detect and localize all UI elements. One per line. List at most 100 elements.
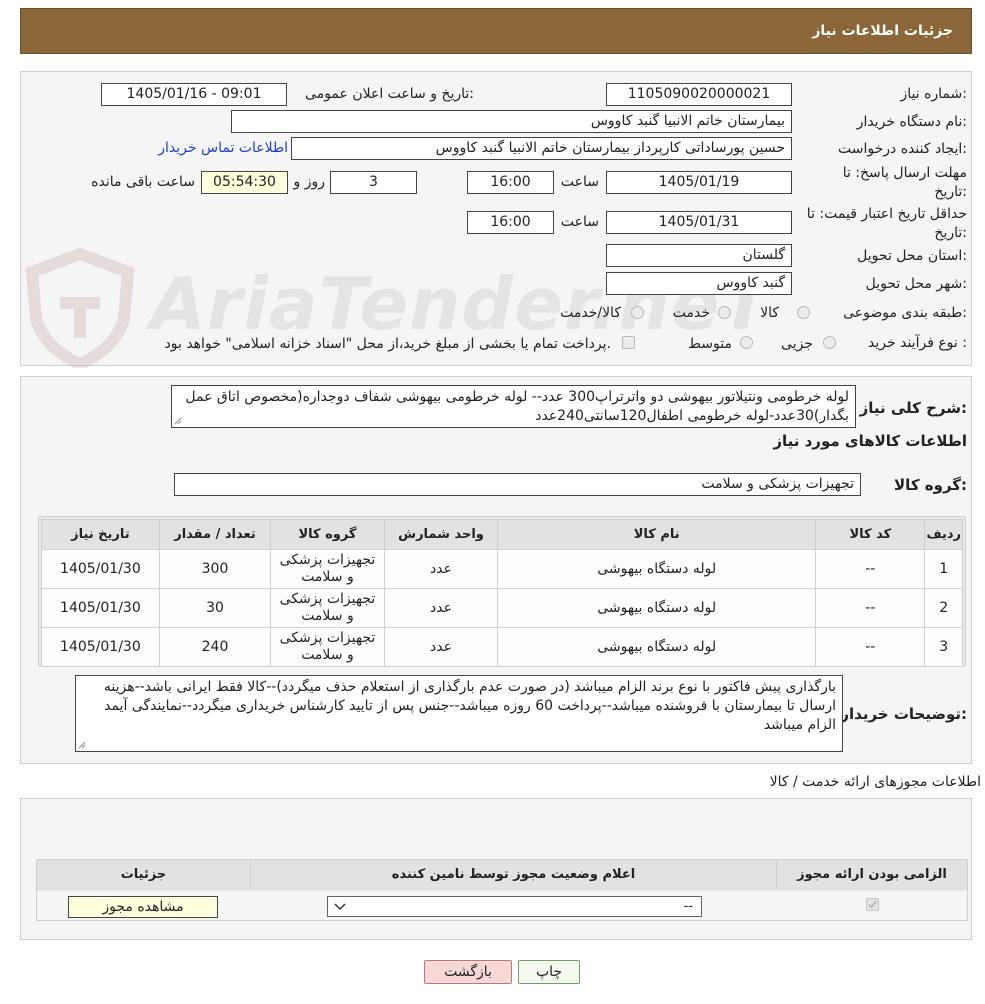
col-qty: تعداد / مقدار bbox=[158, 519, 272, 550]
need-number-label: شماره نیاز: bbox=[900, 86, 967, 102]
chevron-down-icon bbox=[334, 903, 346, 911]
category-radio-goods-service[interactable] bbox=[631, 306, 644, 319]
watermark-shield-icon bbox=[20, 247, 140, 371]
cell-unit: عدد bbox=[383, 549, 499, 589]
city-field: گنبد کاووس bbox=[606, 272, 792, 295]
announce-field: 1405/01/16 - 09:01 bbox=[101, 83, 287, 106]
validity-time-field: 16:00 bbox=[467, 211, 554, 234]
cell-unit: عدد bbox=[383, 627, 499, 667]
city-label: شهر محل تحویل: bbox=[865, 276, 967, 292]
payment-note: پرداخت تمام یا بخشی از مبلغ خرید،از محل … bbox=[164, 336, 611, 352]
cell-unit: عدد bbox=[383, 588, 499, 628]
table-row: 3 -- لوله دستگاه بیهوشی عدد تجهیزات پزشک… bbox=[41, 627, 963, 667]
reply-date-field: 1405/01/19 bbox=[606, 171, 792, 194]
goods-table: ردیف کد کالا نام کالا واحد شمارش گروه کا… bbox=[41, 519, 963, 667]
reply-time-field: 16:00 bbox=[467, 171, 554, 194]
remaining-label: ساعت باقی مانده bbox=[91, 174, 195, 190]
permit-required-checkbox bbox=[866, 898, 879, 911]
table-row: 1 -- لوله دستگاه بیهوشی عدد تجهیزات پزشک… bbox=[41, 549, 963, 589]
permits-header-details: جزئیات bbox=[37, 860, 250, 890]
permit-status-select[interactable]: -- bbox=[327, 896, 702, 917]
cell-group: تجهیزات پزشکی و سلامت bbox=[270, 627, 385, 667]
page-title: جزئیات اطلاعات نیاز bbox=[812, 23, 953, 39]
remaining-time-field: 05:54:30 bbox=[201, 171, 288, 194]
col-name: نام کالا bbox=[497, 519, 817, 550]
permits-header-status: اعلام وضعیت مجوز توسط نامین کننده bbox=[250, 860, 776, 890]
cell-row: 1 bbox=[924, 549, 963, 589]
page-header: جزئیات اطلاعات نیاز bbox=[20, 8, 972, 54]
permits-section-title: اطلاعات مجوزهای ارائه خدمت / کالا bbox=[769, 774, 981, 790]
category-radio-service[interactable] bbox=[718, 306, 731, 319]
cell-qty: 240 bbox=[158, 627, 272, 667]
cell-group: تجهیزات پزشکی و سلامت bbox=[270, 549, 385, 589]
cell-row: 2 bbox=[924, 588, 963, 628]
reply-deadline-label: مهلت ارسال پاسخ: تا تاریخ: bbox=[842, 165, 967, 200]
col-date: تاریخ نیاز bbox=[41, 519, 160, 550]
goods-section-title: اطلاعات کالاهای مورد نیاز bbox=[773, 432, 967, 450]
days-field: 3 bbox=[330, 171, 417, 194]
cell-date: 1405/01/30 bbox=[41, 627, 160, 667]
buyer-contact-link[interactable]: اطلاعات تماس خریدار bbox=[158, 140, 288, 156]
cell-date: 1405/01/30 bbox=[41, 549, 160, 589]
print-button[interactable]: چاپ bbox=[518, 960, 580, 984]
category-option-goods-service: کالا/خدمت bbox=[560, 305, 621, 321]
permits-table-wrap: الزامی بودن ارائه مجوز اعلام وضعیت مجوز … bbox=[36, 859, 968, 921]
goods-table-header: ردیف کد کالا نام کالا واحد شمارش گروه کا… bbox=[41, 519, 963, 550]
col-row: ردیف bbox=[924, 519, 963, 550]
resize-grip-icon[interactable] bbox=[78, 741, 86, 749]
resize-grip-icon[interactable] bbox=[174, 417, 182, 425]
cell-row: 3 bbox=[924, 627, 963, 667]
back-button[interactable]: بازگشت bbox=[424, 960, 512, 984]
goods-group-field: تجهیزات پزشکی و سلامت bbox=[174, 473, 861, 496]
cell-qty: 30 bbox=[158, 588, 272, 628]
creator-field: حسین پورساداتی کارپرداز بیمارستان خاتم ا… bbox=[291, 137, 792, 160]
need-number-field: 1105090020000021 bbox=[606, 83, 792, 106]
cell-code: -- bbox=[815, 588, 926, 628]
cell-name: لوله دستگاه بیهوشی bbox=[497, 588, 817, 628]
description-text: لوله خرطومی ونتیلاتور بیهوشی دو واترتراپ… bbox=[185, 389, 849, 424]
process-label: نوع فرآیند خرید : bbox=[868, 335, 967, 351]
category-label: طبقه بندی موضوعی: bbox=[843, 305, 967, 321]
process-radio-partial[interactable] bbox=[823, 336, 836, 349]
check-icon bbox=[868, 901, 877, 909]
cell-code: -- bbox=[815, 549, 926, 589]
cell-qty: 300 bbox=[158, 549, 272, 589]
permit-status-value: -- bbox=[683, 899, 693, 914]
category-radio-goods[interactable] bbox=[797, 306, 810, 319]
col-unit: واحد شمارش bbox=[383, 519, 499, 550]
process-radio-medium[interactable] bbox=[740, 336, 753, 349]
creator-label: ایجاد کننده درخواست: bbox=[838, 141, 967, 157]
buyer-org-field: بیمارستان خاتم الانبیا گنبد کاووس bbox=[231, 110, 792, 133]
days-label: روز و bbox=[293, 174, 326, 190]
buyer-org-label: نام دستگاه خریدار: bbox=[856, 114, 967, 130]
cell-group: تجهیزات پزشکی و سلامت bbox=[270, 588, 385, 628]
buyer-notes-text: بارگذاری پیش فاکتور با نوع برند الزام می… bbox=[103, 679, 836, 733]
goods-group-label: گروه کالا: bbox=[894, 476, 967, 494]
cell-code: -- bbox=[815, 627, 926, 667]
validity-label: حداقل تاریخ اعتبار قیمت: تا تاریخ: bbox=[806, 206, 967, 241]
validity-date-field: 1405/01/31 bbox=[606, 211, 792, 234]
table-row: 2 -- لوله دستگاه بیهوشی عدد تجهیزات پزشک… bbox=[41, 588, 963, 628]
province-field: گلستان bbox=[606, 244, 792, 267]
province-label: استان محل تحویل: bbox=[857, 248, 967, 264]
payment-treasury-checkbox[interactable] bbox=[622, 336, 635, 349]
goods-table-wrap: ردیف کد کالا نام کالا واحد شمارش گروه کا… bbox=[38, 516, 966, 667]
buyer-notes-textarea[interactable]: بارگذاری پیش فاکتور با نوع برند الزام می… bbox=[75, 675, 843, 752]
validity-time-label: ساعت bbox=[560, 214, 599, 230]
process-option-partial: جزیی bbox=[781, 336, 813, 352]
process-option-medium: متوسط bbox=[688, 336, 732, 352]
buyer-notes-label: توضیحات خریدار: bbox=[840, 705, 967, 723]
reply-time-label: ساعت bbox=[560, 174, 599, 190]
cell-name: لوله دستگاه بیهوشی bbox=[497, 627, 817, 667]
cell-date: 1405/01/30 bbox=[41, 588, 160, 628]
permits-header-required: الزامی بودن ارائه مجوز bbox=[776, 860, 967, 890]
view-permit-button[interactable]: مشاهده مجوز bbox=[68, 896, 218, 918]
col-code: کد کالا bbox=[815, 519, 926, 550]
description-label: شرح کلی نیاز: bbox=[859, 399, 967, 417]
description-textarea[interactable]: لوله خرطومی ونتیلاتور بیهوشی دو واترتراپ… bbox=[171, 385, 856, 428]
cell-name: لوله دستگاه بیهوشی bbox=[497, 549, 817, 589]
col-group: گروه کالا bbox=[270, 519, 385, 550]
category-option-goods: کالا bbox=[760, 305, 779, 321]
category-option-service: خدمت bbox=[672, 305, 710, 321]
announce-label: تاریخ و ساعت اعلان عمومی: bbox=[305, 86, 474, 102]
